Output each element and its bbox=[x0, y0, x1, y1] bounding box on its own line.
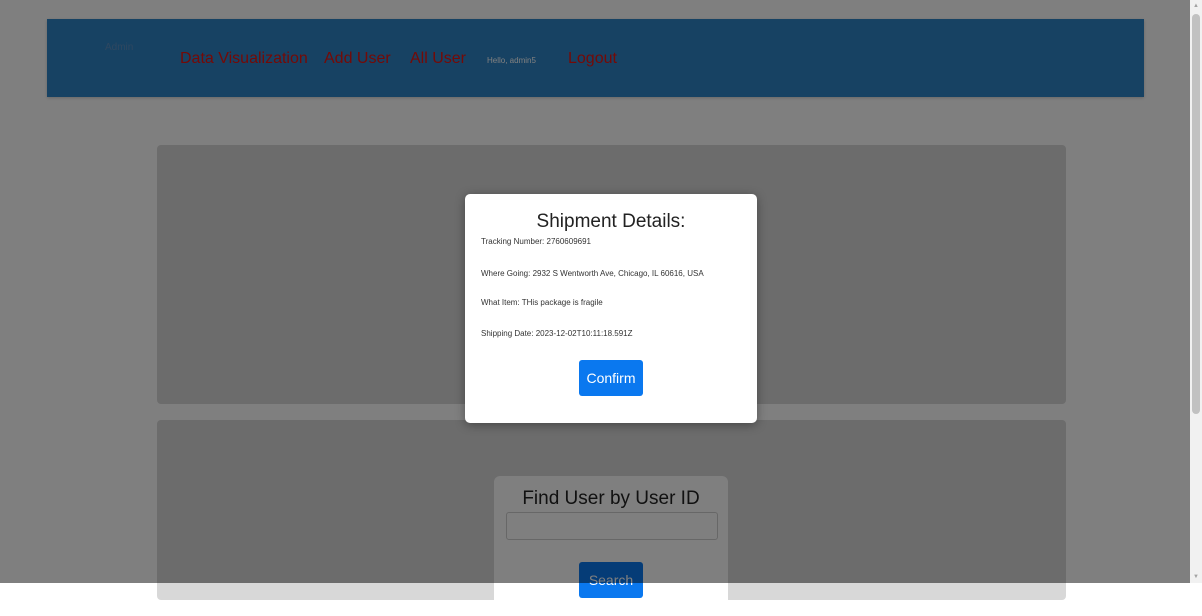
scroll-down-arrow-icon[interactable]: ▼ bbox=[1190, 571, 1202, 583]
confirm-button[interactable]: Confirm bbox=[579, 360, 643, 396]
page: Admin Data Visualization Add User All Us… bbox=[0, 0, 1202, 616]
scroll-up-arrow-icon[interactable]: ▲ bbox=[1190, 0, 1202, 12]
modal-title: Shipment Details: bbox=[536, 211, 686, 232]
scrollbar-thumb[interactable] bbox=[1192, 14, 1200, 414]
shipping-date: Shipping Date: 2023-12-02T10:11:18.591Z bbox=[481, 329, 633, 338]
scrollbar[interactable]: ▲ ▼ bbox=[1190, 0, 1202, 583]
shipment-details-modal: Shipment Details: Tracking Number: 27606… bbox=[465, 194, 757, 423]
tracking-number: Tracking Number: 2760609691 bbox=[481, 237, 591, 246]
where-going: Where Going: 2932 S Wentworth Ave, Chica… bbox=[481, 269, 704, 278]
what-item: What Item: THis package is fragile bbox=[481, 298, 603, 307]
